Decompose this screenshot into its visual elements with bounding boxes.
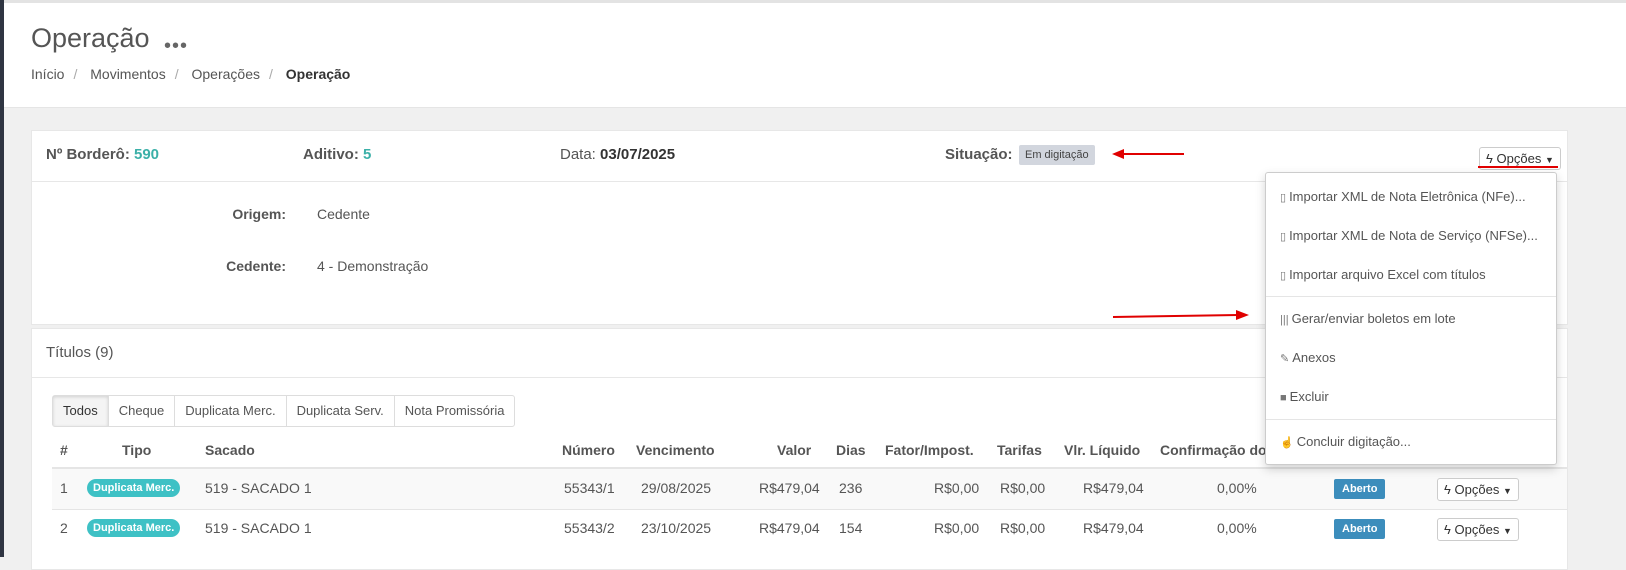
bolt-icon: ϟ <box>1444 522 1451 537</box>
annotation-arrow-boletos <box>1112 310 1249 320</box>
bordero-label: Nº Borderô: <box>46 146 130 163</box>
row-index: 1 <box>60 480 68 496</box>
valor-cell: R$479,04 <box>759 480 820 496</box>
fator-cell: R$0,00 <box>934 480 980 496</box>
tab-duplicata-merc[interactable]: Duplicata Merc. <box>175 396 287 426</box>
row-options-button[interactable]: ϟ Opções ▼ <box>1437 518 1519 541</box>
liquido-cell: R$479,04 <box>1083 520 1144 536</box>
vencimento-cell: 23/10/2025 <box>641 520 712 536</box>
file-code-icon: ▯ <box>1280 192 1287 204</box>
menu-item-anexos[interactable]: ✎ Anexos <box>1280 350 1336 365</box>
menu-item-import-nfe[interactable]: ▯ Importar XML de Nota Eletrônica (NFe)..… <box>1280 189 1526 204</box>
sacado-cell: 519 - SACADO 1 <box>205 480 312 496</box>
bolt-icon: ϟ <box>1444 482 1451 497</box>
dias-cell: 154 <box>839 520 863 536</box>
aditivo-value: 5 <box>363 146 372 163</box>
menu-item-concluir[interactable]: ☝ Concluir digitação... <box>1280 434 1411 449</box>
col-dias[interactable]: Dias <box>836 442 866 458</box>
liquido-cell: R$479,04 <box>1083 480 1144 496</box>
paperclip-icon: ✎ <box>1280 353 1290 365</box>
bordero-value: 590 <box>133 146 160 163</box>
col-sacado[interactable]: Sacado <box>205 442 255 458</box>
row-options-button[interactable]: ϟ Opções ▼ <box>1437 478 1519 501</box>
tarifas-cell: R$0,00 <box>1000 480 1046 496</box>
type-filter-tabs: Todos Cheque Duplicata Merc. Duplicata S… <box>52 395 516 427</box>
tab-cheque[interactable]: Cheque <box>109 396 176 426</box>
breadcrumb: Início / Movimentos / Operações / Operação <box>31 66 351 82</box>
col-tarifas[interactable]: Tarifas <box>997 442 1042 458</box>
data-label: Data: <box>560 146 596 163</box>
valor-cell: R$479,04 <box>759 520 820 536</box>
tipo-pill: Duplicata Merc. <box>87 519 181 537</box>
cedente-label: Cedente: <box>226 258 286 274</box>
col-fator[interactable]: Fator/Impost. <box>885 442 974 458</box>
vencimento-cell: 29/08/2025 <box>641 480 712 496</box>
breadcrumb-operacoes[interactable]: Operações <box>192 66 260 82</box>
file-code-icon: ▯ <box>1280 231 1287 243</box>
status-badge: Aberto <box>1334 519 1386 539</box>
fator-cell: R$0,00 <box>934 520 980 536</box>
cedente-value: 4 - Demonstração <box>317 258 429 274</box>
col-numero[interactable]: Número <box>562 442 615 458</box>
menu-item-import-excel[interactable]: ▯ Importar arquivo Excel com títulos <box>1280 267 1486 282</box>
breadcrumb-operacao: Operação <box>285 66 351 82</box>
page-title: Operação <box>31 23 150 53</box>
numero-cell: 55343/1 <box>564 480 615 496</box>
col-confirmacao[interactable]: Confirmação do <box>1160 442 1267 458</box>
situacao-badge: Em digitação <box>1019 145 1095 165</box>
col-number[interactable]: # <box>60 442 68 458</box>
breadcrumb-movimentos[interactable]: Movimentos <box>90 66 165 82</box>
tipo-pill: Duplicata Merc. <box>87 479 181 497</box>
col-vencimento[interactable]: Vencimento <box>636 442 715 458</box>
more-menu-icon[interactable]: ••• <box>164 35 188 58</box>
numero-cell: 55343/2 <box>564 520 615 536</box>
tab-todos[interactable]: Todos <box>53 396 109 426</box>
caret-down-icon: ▼ <box>1502 486 1512 496</box>
annotation-arrow-situacao <box>1112 149 1184 159</box>
col-valor[interactable]: Valor <box>777 442 811 458</box>
trash-icon: ■ <box>1280 392 1287 404</box>
col-liquido[interactable]: Vlr. Líquido <box>1064 442 1140 458</box>
tab-nota-promissoria[interactable]: Nota Promissória <box>395 396 515 426</box>
caret-down-icon: ▼ <box>1502 526 1512 536</box>
barcode-icon: ||| <box>1280 314 1289 326</box>
origem-label: Origem: <box>232 206 286 222</box>
bordero-field: Nº Borderô: 590 <box>46 146 159 163</box>
tab-duplicata-serv[interactable]: Duplicata Serv. <box>287 396 395 426</box>
data-value: 03/07/2025 <box>600 146 676 163</box>
menu-item-excluir[interactable]: ■ Excluir <box>1280 389 1329 404</box>
thumbs-up-icon: ☝ <box>1280 437 1294 449</box>
page-header: Operação ••• Início / Movimentos / Operaçõ… <box>4 3 1626 108</box>
col-tipo[interactable]: Tipo <box>122 442 151 458</box>
menu-item-import-nfse[interactable]: ▯ Importar XML de Nota de Serviço (NFSe).… <box>1280 228 1538 243</box>
situacao-label: Situação: <box>945 146 1013 163</box>
origem-value: Cedente <box>317 206 370 222</box>
aditivo-field: Aditivo: 5 <box>303 146 371 163</box>
row-options-label: Opções <box>1454 522 1500 537</box>
status-badge: Aberto <box>1334 479 1386 499</box>
titulos-title: Títulos (9) <box>46 344 114 361</box>
options-dropdown-menu: ▯ Importar XML de Nota Eletrônica (NFe)..… <box>1265 172 1557 465</box>
breadcrumb-inicio[interactable]: Início <box>31 66 64 82</box>
confirmacao-cell: 0,00% <box>1217 480 1257 496</box>
menu-divider <box>1266 419 1556 420</box>
aditivo-label: Aditivo: <box>303 146 359 163</box>
confirmacao-cell: 0,00% <box>1217 520 1257 536</box>
dias-cell: 236 <box>839 480 863 496</box>
sacado-cell: 519 - SACADO 1 <box>205 520 312 536</box>
tarifas-cell: R$0,00 <box>1000 520 1046 536</box>
annotation-underline-options <box>1478 166 1558 168</box>
data-field: Data: 03/07/2025 <box>560 146 675 163</box>
file-excel-icon: ▯ <box>1280 270 1287 282</box>
menu-item-boletos[interactable]: ||| Gerar/enviar boletos em lote <box>1280 311 1456 326</box>
menu-divider <box>1266 296 1556 297</box>
row-options-label: Opções <box>1454 482 1500 497</box>
row-index: 2 <box>60 520 68 536</box>
